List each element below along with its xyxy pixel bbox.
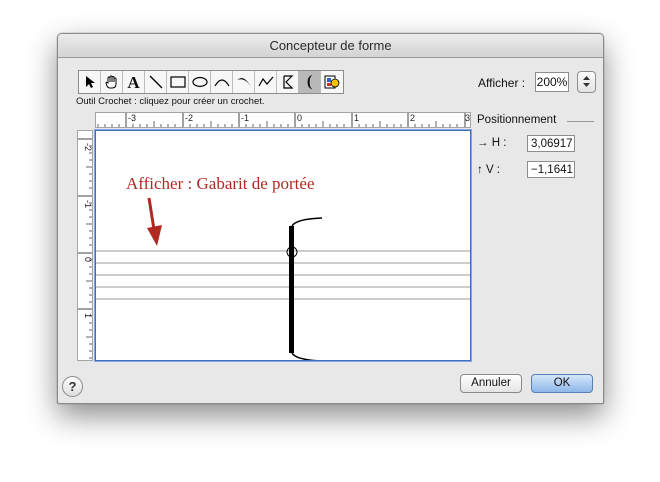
shape-designer-dialog: Concepteur de forme A (Outil Crochet: … [57,33,604,404]
bracket-selected-icon[interactable]: ( [299,71,321,93]
arc-tool-icon[interactable] [211,71,233,93]
help-button[interactable]: ? [62,376,83,397]
arrow-pointer-icon[interactable] [79,71,101,93]
ellipse-tool-icon[interactable] [189,71,211,93]
polygon-tool-icon[interactable] [255,71,277,93]
v-position-field[interactable]: −1,1641 [527,161,575,178]
annotation-text: Afficher : Gabarit de portée [126,174,315,193]
color-fill-icon[interactable] [321,71,343,93]
ruler-label: 1 [354,113,359,123]
positioning-title: Positionnement [477,114,557,126]
ruler-label: -1 [241,113,249,123]
window-title: Concepteur de forme [58,34,603,58]
ruler-label: 2 [410,113,415,123]
tool-hint-text: Outil Crochet : cliquez pour créer un cr… [76,96,265,107]
rectangle-tool-icon[interactable] [167,71,189,93]
annotation-arrow-icon [147,197,162,246]
h-position-field[interactable]: 3,06917 [527,135,575,152]
ruler-label: -2 [83,143,92,151]
cancel-button[interactable]: Annuler [460,374,522,393]
line-tool-icon[interactable] [145,71,167,93]
stepper-arrows-icon [583,76,590,87]
ruler-label: 0 [83,257,92,262]
h-label: → H : [477,137,507,149]
text-tool-icon[interactable]: A [123,71,145,93]
zoom-stepper[interactable] [577,71,596,93]
hand-icon[interactable] [101,71,123,93]
bracket-tool-icon[interactable] [277,71,299,93]
ruler-label: -3 [128,113,136,123]
ok-button[interactable]: OK [531,374,593,393]
staff-template [96,250,470,300]
horizontal-ruler: -3 -2 -1 0 1 2 3 [95,112,471,128]
ruler-label: 0 [297,113,302,123]
ruler-label: 3 [465,113,470,123]
staff-bracket[interactable] [289,217,323,360]
slur-tool-icon[interactable] [233,71,255,93]
zoom-field[interactable]: 200% [535,72,569,92]
ruler-label: 1 [83,313,92,318]
positioning-divider [567,121,594,122]
v-label: ↑ V : [477,164,501,176]
zoom-label: Afficher : [478,76,526,90]
ruler-label: -2 [185,113,193,123]
drawing-canvas[interactable] [95,130,471,361]
tool-palette: A ( [78,70,344,94]
ruler-label: -1 [83,200,92,208]
vertical-ruler: -2 -1 0 1 [77,130,93,361]
